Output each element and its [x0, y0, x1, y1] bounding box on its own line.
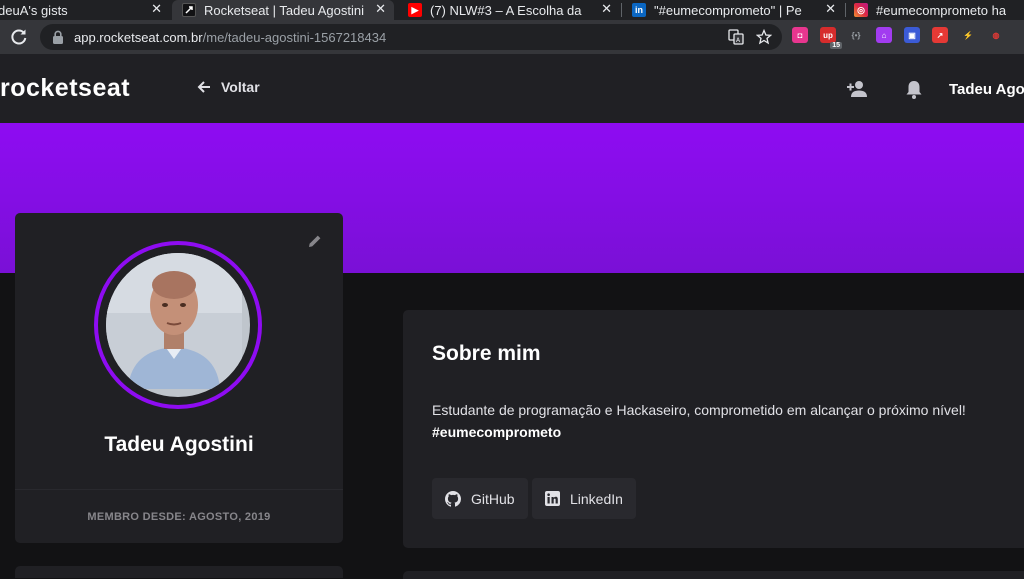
notification-bell-icon[interactable] [903, 78, 925, 100]
next-section-card [403, 571, 1024, 579]
tab-close-icon[interactable]: ✕ [825, 1, 836, 17]
extension-up-icon[interactable]: up 15 [820, 27, 842, 49]
tab-close-icon[interactable]: ✕ [151, 1, 162, 17]
linkedin-label: LinkedIn [570, 490, 623, 507]
linkedin-button[interactable]: LinkedIn [532, 478, 636, 519]
back-label: Voltar [221, 79, 260, 95]
tab-title: "#eumecomprometo" | Pe [654, 2, 802, 18]
omnibox-actions: A [728, 29, 772, 45]
member-since-label: MEMBRO DESDE: AGOSTO, 2019 [87, 511, 271, 523]
github-button[interactable]: GitHub [432, 478, 528, 519]
browser-toolbar: app.rocketseat.com.br/me/tadeu-agostini-… [0, 20, 1024, 54]
translate-icon[interactable]: A [728, 29, 744, 45]
lock-icon[interactable] [52, 30, 64, 44]
card-divider [15, 489, 343, 490]
linkedin-favicon-icon: in [632, 3, 646, 17]
instagram-favicon-icon: ◎ [854, 3, 868, 17]
edit-pencil-icon[interactable] [307, 233, 323, 249]
github-label: GitHub [471, 490, 515, 507]
rocketseat-logo[interactable]: rocketseat [0, 74, 130, 103]
avatar-ring [94, 241, 262, 409]
extension-arrow-icon[interactable]: ↗ [932, 27, 948, 43]
address-bar[interactable]: app.rocketseat.com.br/me/tadeu-agostini-… [40, 24, 782, 50]
about-title: Sobre mim [432, 342, 541, 365]
url-path: /me/tadeu-agostini-1567218434 [202, 29, 387, 45]
extension-house-icon[interactable]: ⌂ [876, 27, 892, 43]
arrow-left-icon [197, 81, 210, 93]
browser-tab[interactable]: deuA's gists ✕ [0, 0, 170, 20]
site-header: rocketseat Voltar Tadeu Agostini [0, 54, 1024, 123]
reload-icon[interactable] [8, 26, 30, 48]
header-user-name[interactable]: Tadeu Agostini [949, 81, 1024, 98]
rocketseat-favicon-icon [182, 3, 196, 17]
browser-tab[interactable]: ◎ #eumecomprometo ha [846, 0, 1024, 20]
tab-title: Rocketseat | Tadeu Agostini [204, 2, 364, 18]
bookmark-star-icon[interactable] [756, 29, 772, 45]
about-hashtag: #eumecomprometo [432, 424, 562, 440]
tab-close-icon[interactable]: ✕ [375, 1, 386, 17]
profile-card: Tadeu Agostini MEMBRO DESDE: AGOSTO, 201… [15, 213, 343, 543]
linkedin-icon [545, 491, 560, 506]
browser-tab[interactable]: in "#eumecomprometo" | Pe ✕ [622, 0, 844, 20]
browser-tabstrip: deuA's gists ✕ Rocketseat | Tadeu Agosti… [0, 0, 1024, 20]
youtube-favicon-icon: ▶ [408, 3, 422, 17]
extension-badge: 15 [830, 42, 842, 49]
extension-bolt-icon[interactable]: ⚡ [960, 27, 976, 43]
browser-tab-active[interactable]: Rocketseat | Tadeu Agostini ✕ [172, 0, 394, 20]
avatar [106, 253, 250, 397]
extension-blue-icon[interactable]: ▣ [904, 27, 920, 43]
about-card: Sobre mim Estudante de programação e Hac… [403, 310, 1024, 548]
about-text: Estudante de programação e Hackaseiro, c… [432, 402, 966, 418]
extension-red-circle-icon[interactable]: ◍ [988, 27, 1004, 43]
extension-brackets-icon[interactable]: {•} [848, 27, 864, 43]
tab-title: #eumecomprometo ha [876, 2, 1007, 18]
add-friend-icon[interactable] [846, 78, 868, 100]
url-text[interactable]: app.rocketseat.com.br/me/tadeu-agostini-… [74, 30, 386, 45]
extensions-bar: ◘ up 15 {•} ⌂ ▣ ↗ ⚡ ◍ [792, 27, 1004, 49]
tab-title: deuA's gists [0, 2, 68, 18]
url-host: app.rocketseat.com.br [74, 29, 203, 45]
next-card [15, 566, 343, 578]
browser-tab[interactable]: ▶ (7) NLW#3 – A Escolha da ✕ [398, 0, 620, 20]
profile-name: Tadeu Agostini [104, 433, 254, 456]
github-icon [445, 490, 461, 507]
back-button[interactable]: Voltar [197, 79, 260, 95]
avatar-photo [106, 253, 242, 389]
tab-close-icon[interactable]: ✕ [601, 1, 612, 17]
tab-title: (7) NLW#3 – A Escolha da [430, 2, 582, 18]
extension-pink-icon[interactable]: ◘ [792, 27, 808, 43]
